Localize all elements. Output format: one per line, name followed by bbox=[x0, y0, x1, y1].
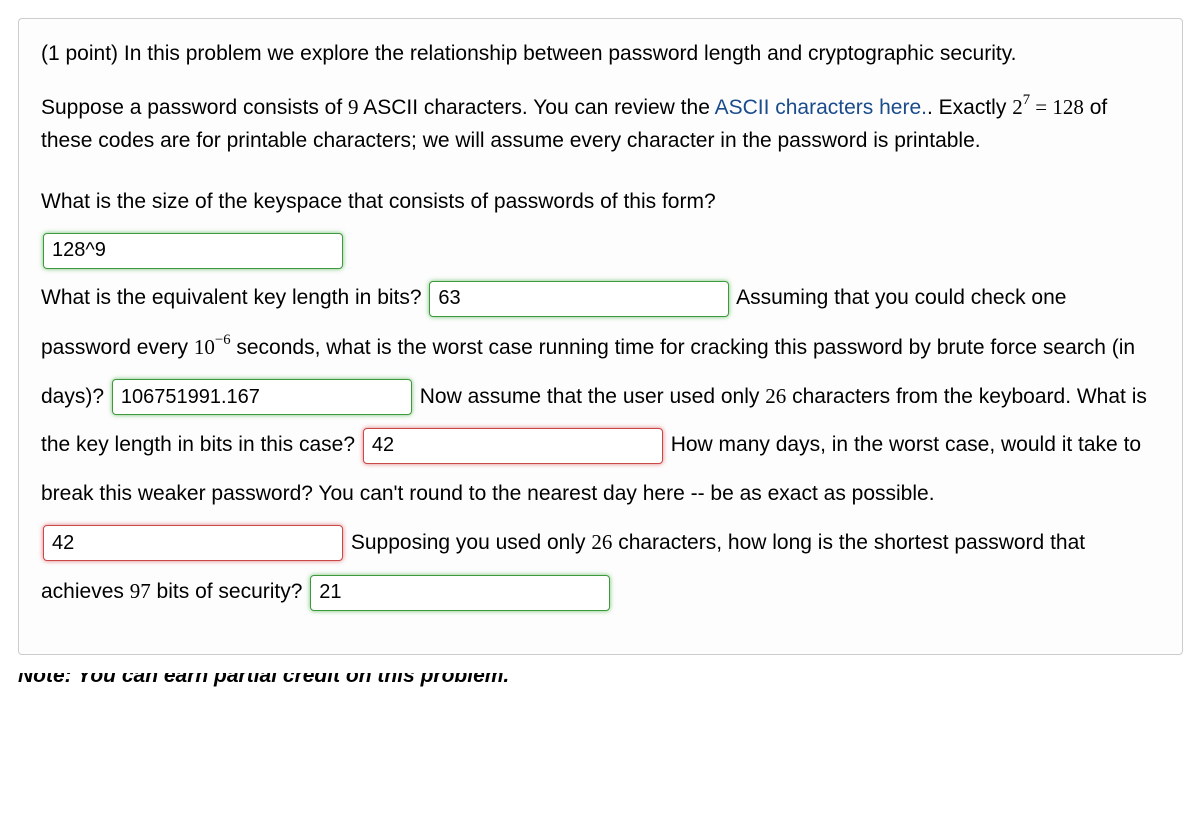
setup-text-c: . Exactly bbox=[927, 96, 1012, 119]
math-equals: = bbox=[1030, 95, 1052, 119]
math-exp-7: 7 bbox=[1023, 92, 1030, 108]
question-6-a: Supposing you used only bbox=[351, 531, 592, 554]
points-label: (1 point) bbox=[41, 42, 118, 65]
answer-6-input[interactable] bbox=[310, 575, 610, 611]
answer-3-input[interactable] bbox=[112, 379, 412, 415]
question-6-c: bits of security? bbox=[151, 580, 303, 603]
intro-paragraph: (1 point) In this problem we explore the… bbox=[41, 37, 1160, 71]
question-2: What is the equivalent key length in bit… bbox=[41, 286, 422, 309]
math-128: 128 bbox=[1052, 95, 1084, 119]
intro-text: In this problem we explore the relations… bbox=[124, 42, 1017, 65]
note-text: Note: You can earn partial credit on thi… bbox=[18, 673, 509, 687]
ascii-link[interactable]: ASCII characters here. bbox=[715, 96, 927, 119]
question-1: What is the size of the keyspace that co… bbox=[41, 190, 716, 213]
question-4-a: Now assume that the user used only bbox=[420, 385, 766, 408]
setup-text-a: Suppose a password consists of bbox=[41, 96, 348, 119]
answer-5-input[interactable] bbox=[43, 525, 343, 561]
math-exp-neg6: −6 bbox=[215, 332, 231, 348]
nine-value: 9 bbox=[348, 95, 359, 119]
num-26-a: 26 bbox=[765, 384, 786, 408]
answer-1-input[interactable] bbox=[43, 233, 343, 269]
math-base-2: 2 bbox=[1012, 95, 1023, 119]
problem-container: (1 point) In this problem we explore the… bbox=[18, 18, 1183, 655]
answer-4-input[interactable] bbox=[363, 428, 663, 464]
math-base-10: 10 bbox=[194, 335, 215, 359]
answer-2-input[interactable] bbox=[429, 281, 729, 317]
note-cutoff: Note: You can earn partial credit on thi… bbox=[18, 673, 1182, 687]
questions-block: What is the size of the keyspace that co… bbox=[41, 178, 1160, 617]
num-26-b: 26 bbox=[591, 530, 612, 554]
setup-text-b: ASCII characters. You can review the bbox=[359, 96, 715, 119]
num-97: 97 bbox=[130, 579, 151, 603]
setup-paragraph: Suppose a password consists of 9 ASCII c… bbox=[41, 91, 1160, 158]
